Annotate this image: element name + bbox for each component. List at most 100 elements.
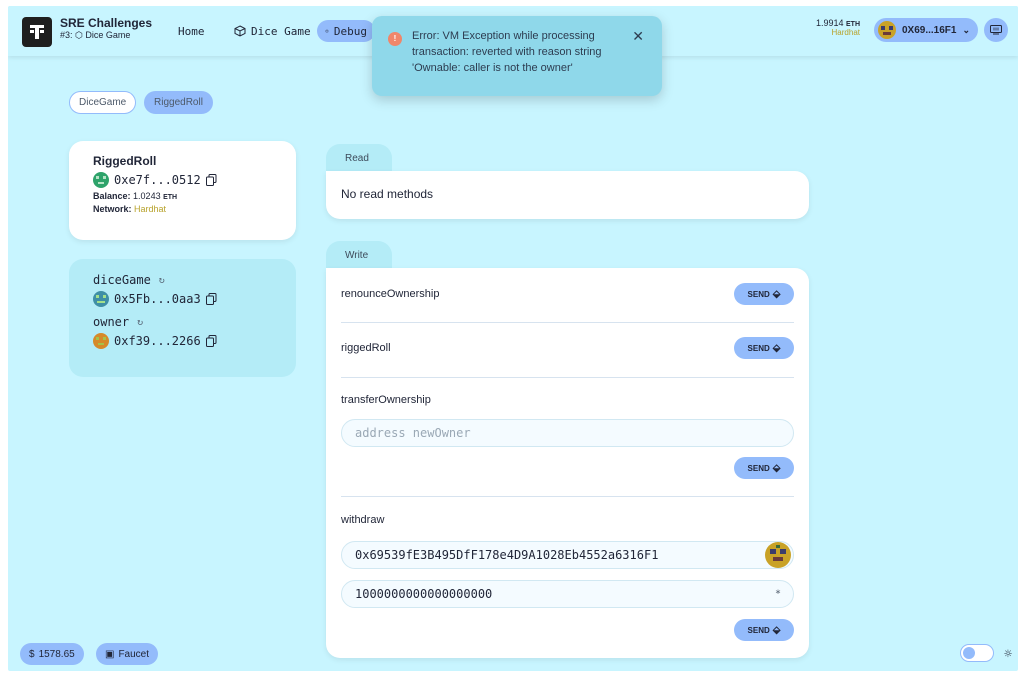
address-avatar-icon [93, 291, 109, 307]
method-rigged-name: riggedRoll [341, 342, 391, 354]
wallet-balance: 1.9914 ETH Hardhat [816, 18, 860, 37]
new-owner-input[interactable]: address newOwner [341, 419, 794, 447]
diamond-icon: ⬙ [772, 462, 781, 474]
contract-address-text: 0xe7f...0512 [114, 173, 201, 187]
send-label: SEND [747, 343, 770, 353]
new-owner-placeholder: address newOwner [355, 426, 471, 440]
send-label: SEND [747, 625, 770, 635]
nav-debug[interactable]: Debug [317, 20, 375, 42]
refresh-icon[interactable]: ↻ [137, 317, 143, 328]
send-button[interactable]: SEND ⬙ [734, 337, 794, 359]
address-avatar-icon [765, 542, 791, 568]
method-transfer-name: transferOwnership [341, 394, 431, 406]
chevron-down-icon: ⌄ [962, 24, 970, 35]
method-renounce-ownership: renounceOwnership SEND ⬙ [341, 283, 794, 305]
send-label: SEND [747, 289, 770, 299]
var-dicegame-name: diceGame [93, 273, 151, 287]
dollar-icon: $ [29, 648, 35, 660]
qr-code-button[interactable] [984, 18, 1008, 42]
account-address: 0X69...16F1 [901, 24, 957, 36]
var-owner-name: owner [93, 315, 130, 329]
nav-dice-game[interactable]: Dice Game [226, 20, 319, 42]
tab-dicegame-label: DiceGame [79, 97, 127, 108]
diamond-icon: ⬙ [772, 624, 781, 636]
tab-dicegame[interactable]: DiceGame [69, 91, 137, 114]
faucet-icon: ▣ [105, 648, 115, 660]
method-renounce-name: renounceOwnership [341, 288, 440, 300]
eth-balance-value: 1.9914 [815, 18, 844, 28]
withdraw-amount-input[interactable]: 1000000000000000000 * [341, 580, 794, 608]
withdraw-address-input[interactable]: 0x69539fE3B495DfF178e4D9A1028Eb4552a6316… [341, 541, 794, 569]
copy-icon[interactable] [205, 335, 217, 347]
copy-icon[interactable] [205, 293, 217, 305]
network-value: Hardhat [134, 204, 167, 214]
var-dicegame: diceGame ↻ [93, 273, 272, 287]
transfer-send-row: SEND ⬙ [341, 457, 794, 479]
qr-icon [990, 25, 1002, 35]
account-button[interactable]: 0X69...16F1 ⌄ [873, 18, 978, 42]
theme-toggle[interactable] [960, 644, 994, 662]
balance-unit: ETH [163, 194, 178, 201]
divider [341, 377, 794, 378]
bug-icon [325, 29, 329, 33]
diamond-icon: ⬙ [772, 342, 781, 354]
app-frame: SRE Challenges #3: ⬡ Dice Game Home Dice… [8, 6, 1018, 671]
toggle-knob [963, 647, 975, 659]
brand-subtitle: #3: ⬡ Dice Game [60, 30, 131, 40]
cube-icon [234, 25, 246, 37]
var-owner: owner ↻ [93, 315, 272, 329]
variables-card: diceGame ↻ 0x5Fb...0aa3 owner ↻ 0xf39...… [69, 259, 296, 377]
error-toast: ! Error: VM Exception while processing t… [372, 16, 662, 96]
read-panel: No read methods [326, 171, 809, 219]
divider [341, 496, 794, 497]
contract-balance: Balance: 1.0243 ETH [93, 191, 272, 201]
network-name: Hardhat [831, 28, 860, 37]
var-owner-address: 0xf39...2266 [93, 333, 272, 349]
write-panel: renounceOwnership SEND ⬙ riggedRoll SEND… [326, 268, 809, 658]
nav-debug-label: Debug [333, 24, 367, 38]
eth-price-value: 1578.65 [38, 648, 75, 660]
network-label: Network: [93, 204, 132, 214]
close-icon[interactable]: ✕ [632, 28, 644, 44]
withdraw-send-row: SEND ⬙ [341, 619, 794, 641]
contract-info-card: RiggedRoll 0xe7f...0512 Balance: 1.0243 … [69, 141, 296, 240]
send-button[interactable]: SEND ⬙ [734, 457, 794, 479]
eth-unit: ETH [846, 21, 860, 28]
brand[interactable]: SRE Challenges #3: ⬡ Dice Game [60, 16, 152, 41]
contract-name: RiggedRoll [93, 154, 157, 168]
copy-icon[interactable] [205, 174, 217, 186]
withdraw-amount-value: 1000000000000000000 [355, 587, 493, 601]
faucet-button[interactable]: ▣ Faucet [96, 643, 159, 665]
eth-price-badge[interactable]: $ 1578.65 [20, 643, 84, 665]
divider [341, 322, 794, 323]
nav-home-label: Home [178, 24, 205, 38]
var-dicegame-address: 0x5Fb...0aa3 [93, 291, 272, 307]
method-withdraw-name: withdraw [341, 514, 385, 526]
nav-home[interactable]: Home [170, 20, 213, 42]
send-button[interactable]: SEND ⬙ [734, 283, 794, 305]
address-avatar-icon [93, 172, 109, 188]
logo-icon[interactable] [22, 17, 52, 47]
withdraw-address-value: 0x69539fE3B495DfF178e4D9A1028Eb4552a6316… [355, 548, 659, 562]
nav-dice-game-label: Dice Game [251, 24, 311, 38]
write-tab: Write [326, 241, 392, 269]
brand-title: SRE Challenges [60, 16, 153, 30]
no-read-methods: No read methods [341, 187, 434, 201]
error-message: Error: VM Exception while processing tra… [412, 30, 602, 74]
read-tab-label: Read [345, 153, 369, 164]
send-button[interactable]: SEND ⬙ [734, 619, 794, 641]
send-label: SEND [747, 463, 770, 473]
contract-address: 0xe7f...0512 [93, 172, 272, 188]
sun-icon: ☼ [1004, 647, 1012, 662]
refresh-icon[interactable]: ↻ [159, 275, 165, 286]
tab-riggedroll[interactable]: RiggedRoll [144, 91, 213, 114]
method-rigged-roll: riggedRoll SEND ⬙ [341, 337, 794, 359]
balance-value: 1.0243 [133, 191, 161, 201]
address-avatar-icon [93, 333, 109, 349]
multiply-suffix[interactable]: * [775, 589, 781, 600]
method-transfer-ownership: transferOwnership [341, 394, 794, 410]
var-dicegame-address-text: 0x5Fb...0aa3 [114, 292, 201, 306]
error-icon: ! [388, 32, 402, 46]
diamond-icon: ⬙ [772, 288, 781, 300]
balance-label: Balance: [93, 191, 131, 201]
